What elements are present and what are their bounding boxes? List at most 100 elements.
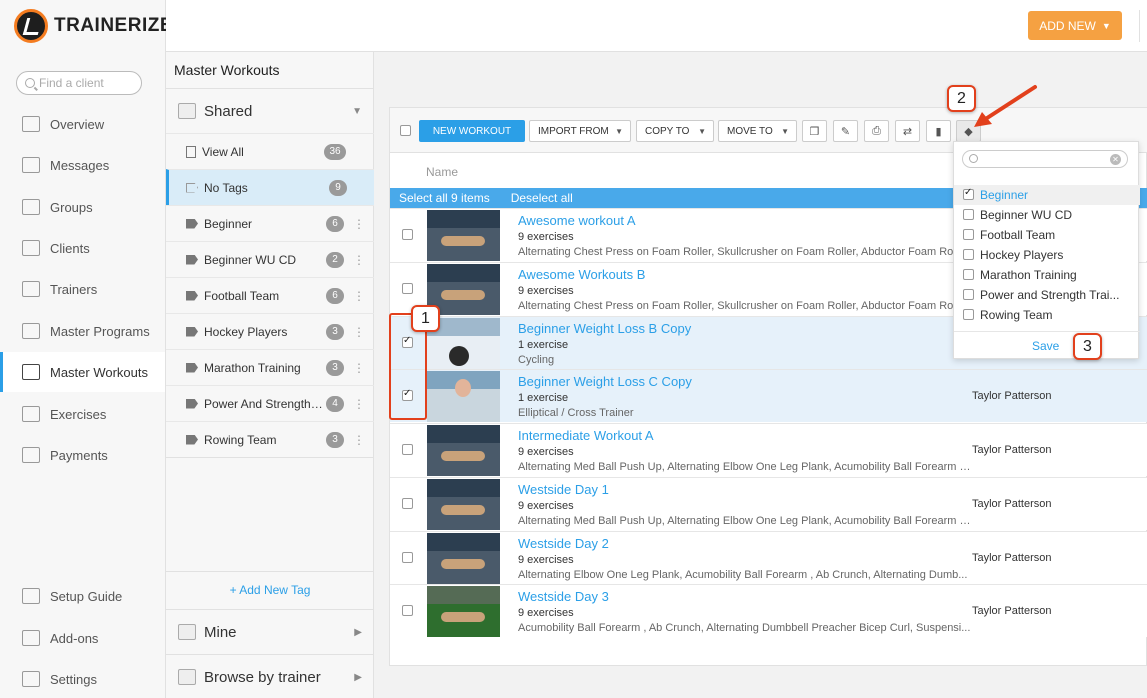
- workout-title-link[interactable]: Awesome workout A: [518, 213, 636, 228]
- browse-by-trainer-header[interactable]: Browse by trainer ▶: [166, 655, 374, 698]
- row-checkbox[interactable]: [402, 498, 413, 509]
- more-options-icon[interactable]: ⋮: [353, 433, 365, 447]
- workout-row[interactable]: Westside Day 1 9 exercises Alternating Med…: [390, 477, 1147, 530]
- tag-item[interactable]: Power And Strength T... 4 ⋮: [166, 385, 374, 421]
- move-to-dropdown[interactable]: MOVE TO ▼: [718, 120, 797, 142]
- more-options-icon[interactable]: ⋮: [353, 253, 365, 267]
- top-header: ADD NEW ▼: [166, 0, 1147, 52]
- trainerize-logo[interactable]: TRAINERIZE: [14, 8, 173, 44]
- nav-item-setup-guide[interactable]: Setup Guide: [0, 576, 165, 616]
- groups-icon: [22, 199, 40, 215]
- tag-option-checkbox[interactable]: [963, 289, 974, 300]
- clear-icon[interactable]: ✕: [1110, 154, 1121, 165]
- tag-option[interactable]: Hockey Players: [954, 245, 1140, 265]
- nav-item-settings[interactable]: Settings: [0, 659, 165, 698]
- tag-item[interactable]: Marathon Training 3 ⋮: [166, 349, 374, 385]
- select-all-checkbox[interactable]: [400, 125, 411, 136]
- tag-option-checkbox[interactable]: [963, 269, 974, 280]
- nav-item-label: Groups: [50, 199, 93, 215]
- tag-option[interactable]: Beginner WU CD: [954, 205, 1140, 225]
- nav-item-label: Exercises: [50, 406, 107, 422]
- copy-to-dropdown[interactable]: COPY TO ▼: [636, 120, 714, 142]
- tag-option[interactable]: Power and Strength Trai...: [954, 285, 1140, 305]
- edit-button[interactable]: ✎: [833, 120, 858, 142]
- tag-option-checkbox[interactable]: [963, 249, 974, 260]
- tag-no-tags[interactable]: No Tags 9: [166, 169, 374, 205]
- tag-option[interactable]: Football Team: [954, 225, 1140, 245]
- row-checkbox[interactable]: [402, 444, 413, 455]
- save-button[interactable]: Save: [1032, 339, 1059, 353]
- tag-option[interactable]: Marathon Training: [954, 265, 1140, 285]
- tag-item[interactable]: Beginner 6 ⋮: [166, 205, 374, 241]
- nav-item-clients[interactable]: Clients: [0, 228, 165, 268]
- import-from-dropdown[interactable]: IMPORT FROM ▼: [529, 120, 631, 142]
- nav-item-messages[interactable]: Messages: [0, 145, 165, 185]
- tag-label: Marathon Training: [204, 360, 301, 375]
- tag-item[interactable]: Football Team 6 ⋮: [166, 277, 374, 313]
- delete-button[interactable]: ▮: [926, 120, 951, 142]
- duplicate-button[interactable]: ❐: [802, 120, 827, 142]
- workout-row[interactable]: Westside Day 3 9 exercises Acumobility Bal…: [390, 584, 1147, 637]
- row-checkbox[interactable]: [402, 552, 413, 563]
- tag-label: Hockey Players: [204, 324, 288, 339]
- mine-section-header[interactable]: Mine ▶: [166, 610, 374, 654]
- column-header-name[interactable]: Name: [426, 165, 458, 179]
- compare-button[interactable]: ⇄: [895, 120, 920, 142]
- row-checkbox[interactable]: [402, 283, 413, 294]
- workout-row[interactable]: Intermediate Workout A 9 exercises Alterna…: [390, 423, 1147, 476]
- workout-title-link[interactable]: Intermediate Workout A: [518, 428, 654, 443]
- more-options-icon[interactable]: ⋮: [353, 361, 365, 375]
- more-options-icon[interactable]: ⋮: [353, 217, 365, 231]
- tag-option-checkbox[interactable]: [963, 309, 974, 320]
- nav-item-payments[interactable]: Payments: [0, 435, 165, 475]
- divider: [166, 457, 374, 458]
- workout-row[interactable]: Westside Day 2 9 exercises Alternating Elb…: [390, 531, 1147, 584]
- tag-label: Beginner: [204, 216, 253, 231]
- workout-title-link[interactable]: Westside Day 3: [518, 589, 609, 604]
- exercise-list: Alternating Chest Press on Foam Roller, …: [518, 246, 972, 258]
- shared-section-header[interactable]: Shared ▼: [166, 89, 374, 133]
- new-workout-button[interactable]: NEW WORKOUT: [419, 120, 525, 142]
- more-options-icon[interactable]: ⋮: [353, 397, 365, 411]
- more-options-icon[interactable]: ⋮: [353, 325, 365, 339]
- trash-icon: ▮: [935, 125, 942, 138]
- search-icon: [25, 78, 35, 88]
- tag-view-all[interactable]: View All 36: [166, 133, 374, 169]
- client-search-input[interactable]: Find a client: [16, 71, 142, 95]
- deselect-all-link[interactable]: Deselect all: [511, 191, 573, 205]
- add-new-tag-link[interactable]: + Add New Tag: [166, 583, 374, 597]
- nav-item-groups[interactable]: Groups: [0, 187, 165, 227]
- client-search-placeholder: Find a client: [39, 76, 104, 90]
- workout-title-link[interactable]: Westside Day 2: [518, 536, 609, 551]
- tag-item[interactable]: Beginner WU CD 2 ⋮: [166, 241, 374, 277]
- workout-title-link[interactable]: Beginner Weight Loss B Copy: [518, 321, 691, 336]
- workout-title-link[interactable]: Westside Day 1: [518, 482, 609, 497]
- select-all-link[interactable]: Select all 9 items: [399, 191, 490, 205]
- tag-option-checkbox[interactable]: [963, 229, 974, 240]
- tag-search-input[interactable]: ✕: [962, 150, 1128, 168]
- exercise-count: 9 exercises: [518, 607, 574, 619]
- nav-item-add-ons[interactable]: Add-ons: [0, 618, 165, 658]
- workout-row[interactable]: Beginner Weight Loss C Copy 1 exercise Ell…: [390, 369, 1147, 422]
- setup-icon: [22, 588, 40, 604]
- workout-title-link[interactable]: Awesome Workouts B: [518, 267, 645, 282]
- nav-item-master-programs[interactable]: Master Programs: [0, 311, 165, 351]
- more-options-icon[interactable]: ⋮: [353, 289, 365, 303]
- add-new-button[interactable]: ADD NEW ▼: [1028, 11, 1122, 40]
- workout-owner: Taylor Patterson: [972, 444, 1052, 456]
- tag-item[interactable]: Rowing Team 3 ⋮: [166, 421, 374, 457]
- tag-option-checkbox[interactable]: [963, 187, 974, 200]
- nav-item-overview[interactable]: Overview: [0, 104, 165, 144]
- tag-option-checkbox[interactable]: [963, 209, 974, 220]
- tag-item[interactable]: Hockey Players 3 ⋮: [166, 313, 374, 349]
- row-checkbox[interactable]: [402, 229, 413, 240]
- print-button[interactable]: ⎙: [864, 120, 889, 142]
- workout-title-link[interactable]: Beginner Weight Loss C Copy: [518, 374, 692, 389]
- nav-item-master-workouts[interactable]: Master Workouts: [0, 352, 165, 392]
- tag-option[interactable]: Beginner: [954, 185, 1140, 205]
- tag-option[interactable]: Rowing Team: [954, 305, 1140, 325]
- nav-item-exercises[interactable]: Exercises: [0, 394, 165, 434]
- nav-item-trainers[interactable]: Trainers: [0, 269, 165, 309]
- row-checkbox[interactable]: [402, 605, 413, 616]
- tag-option-label: Marathon Training: [980, 268, 1077, 282]
